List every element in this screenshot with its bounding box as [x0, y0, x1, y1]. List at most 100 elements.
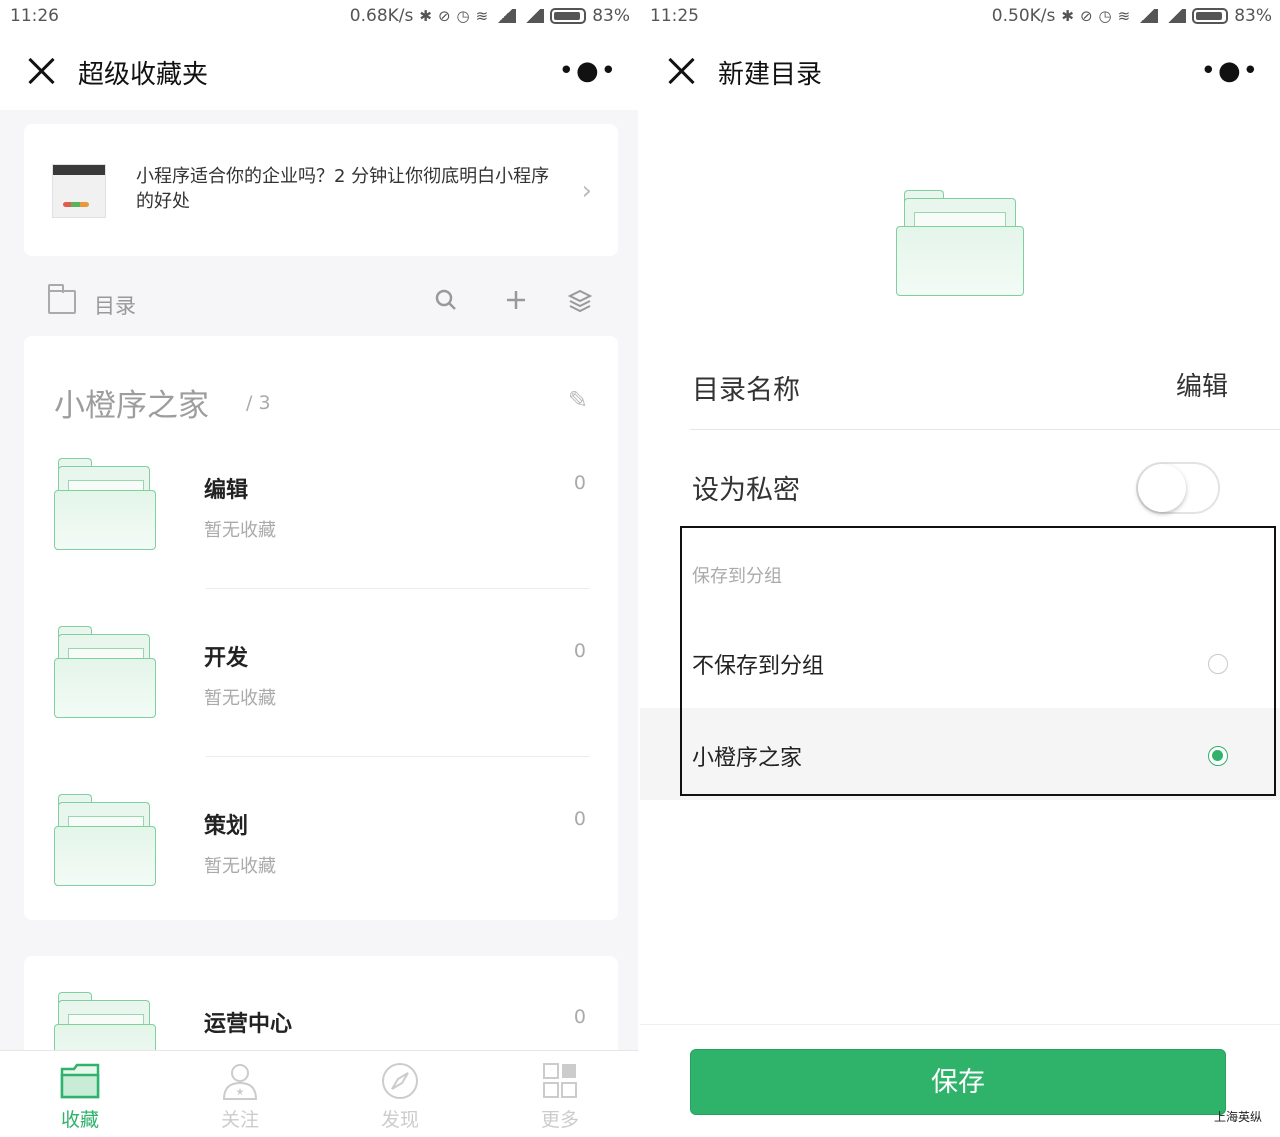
watermark: 上海英纵 — [1213, 1110, 1262, 1124]
folder-row[interactable]: 策划 暂无收藏 0 — [24, 794, 618, 976]
folder-count: 0 — [573, 808, 586, 830]
save-button[interactable]: 保存 — [690, 1049, 1226, 1115]
tab-favorites[interactable]: 收藏 — [0, 1051, 160, 1137]
directory-name-label: 目录名称 — [692, 375, 800, 406]
tab-bar: 收藏 ★ 关注 发现 更多 — [0, 1050, 638, 1137]
option-label: 不保存到分组 — [692, 654, 825, 679]
folder-icon — [54, 794, 156, 886]
folder-icon — [54, 458, 156, 550]
folder-count: 0 — [573, 640, 586, 662]
status-icons: 0.50K/s ✱ ⊘ ◷ ≋ 83% — [992, 6, 1272, 26]
close-icon[interactable] — [26, 56, 56, 86]
alarm-icon: ◷ — [456, 7, 470, 25]
folder-subtitle: 暂无收藏 — [204, 856, 276, 877]
network-speed: 0.50K/s — [991, 6, 1056, 26]
folder-tab-icon — [58, 1061, 102, 1101]
search-icon[interactable] — [432, 288, 460, 318]
page-title: 新建目录 — [718, 60, 823, 90]
battery-level: 83% — [592, 6, 630, 26]
edit-pencil-icon[interactable]: ✎ — [568, 386, 588, 414]
layers-icon[interactable] — [566, 288, 594, 320]
mute-icon: ⊘ — [1079, 7, 1093, 25]
group-count: / 3 — [246, 392, 271, 414]
bluetooth-icon: ✱ — [419, 7, 432, 25]
folder-count: 0 — [573, 472, 586, 494]
divider — [206, 756, 590, 757]
battery-level: 83% — [1234, 6, 1272, 26]
compass-icon — [378, 1061, 422, 1101]
bluetooth-icon: ✱ — [1061, 7, 1074, 25]
folder-icon — [54, 626, 156, 718]
divider — [206, 588, 590, 589]
status-icons: 0.68K/s ✱ ⊘ ◷ ≋ 83% — [350, 6, 630, 26]
signal-icon-2 — [1164, 9, 1187, 23]
battery-icon — [550, 8, 587, 24]
promo-thumbnail — [52, 164, 106, 218]
directory-toolbar: 目录 — [24, 282, 614, 326]
folder-subtitle: 暂无收藏 — [204, 688, 276, 709]
status-time: 11:26 — [10, 6, 59, 26]
folder-name: 策划 — [204, 814, 249, 839]
status-time: 11:25 — [650, 6, 699, 26]
alarm-icon: ◷ — [1098, 7, 1112, 25]
divider — [690, 429, 1280, 430]
network-speed: 0.68K/s — [349, 6, 414, 26]
section-header: 保存到分组 — [692, 566, 782, 587]
promo-text: 小程序适合你的企业吗？2 分钟让你彻底明白小程序的好处 — [136, 166, 550, 212]
signal-icon — [494, 9, 517, 23]
add-icon[interactable] — [502, 288, 530, 318]
tab-label: 发现 — [380, 1109, 419, 1131]
radio-checked[interactable] — [1208, 746, 1228, 766]
private-row: 设为私密 — [690, 440, 1280, 530]
tab-label: 关注 — [220, 1109, 259, 1131]
battery-icon — [1192, 8, 1229, 24]
option-label: 小橙序之家 — [692, 746, 803, 771]
tab-label: 更多 — [540, 1109, 579, 1131]
private-label: 设为私密 — [692, 475, 800, 506]
chevron-right-icon: › — [581, 176, 592, 206]
grid-icon — [538, 1061, 582, 1101]
folder-name: 运营中心 — [204, 1012, 293, 1037]
folder-name: 开发 — [204, 646, 249, 671]
private-toggle[interactable] — [1136, 462, 1220, 514]
nav-bar: 超级收藏夹 •●• — [0, 34, 638, 110]
group-option[interactable]: 小橙序之家 — [682, 710, 1274, 802]
user-star-icon: ★ — [218, 1061, 262, 1101]
folder-row[interactable]: 编辑 暂无收藏 0 — [24, 458, 618, 640]
mute-icon: ⊘ — [437, 7, 451, 25]
right-screen: 11:25 0.50K/s ✱ ⊘ ◷ ≋ 83% 新建目录 •●• 目录名称 … — [640, 0, 1280, 1137]
page-title: 超级收藏夹 — [78, 60, 209, 90]
folder-count: 0 — [573, 1006, 586, 1028]
save-area: 保存 — [640, 1024, 1280, 1137]
left-screen: 11:26 0.68K/s ✱ ⊘ ◷ ≋ 83% 超级收藏夹 •●• 小程序适… — [0, 0, 638, 1137]
more-menu-icon[interactable]: •●• — [1201, 58, 1260, 84]
nav-bar: 新建目录 •●• — [640, 34, 1280, 110]
radio-unchecked[interactable] — [1208, 654, 1228, 674]
more-menu-icon[interactable]: •●• — [559, 58, 618, 84]
folder-subtitle: 暂无收藏 — [204, 520, 276, 541]
folder-name: 编辑 — [204, 478, 249, 503]
signal-icon — [1136, 9, 1159, 23]
folder-row[interactable]: 开发 暂无收藏 0 — [24, 626, 618, 808]
tab-label: 收藏 — [60, 1109, 99, 1131]
tab-discover[interactable]: 发现 — [320, 1051, 480, 1137]
wifi-icon: ≋ — [1117, 7, 1131, 25]
close-icon[interactable] — [666, 56, 696, 86]
wifi-icon: ≋ — [475, 7, 489, 25]
status-bar: 11:26 0.68K/s ✱ ⊘ ◷ ≋ 83% — [0, 0, 638, 34]
folder-icon — [48, 284, 76, 314]
group-card: 小橙序之家 / 3 ✎ 编辑 暂无收藏 0 开发 暂无收藏 0 策划 暂无收藏 … — [24, 336, 618, 920]
promo-card[interactable]: 小程序适合你的企业吗？2 分钟让你彻底明白小程序的好处 › — [24, 124, 618, 256]
save-to-group-section: 保存到分组 不保存到分组 小橙序之家 — [680, 526, 1276, 796]
group-option[interactable]: 不保存到分组 — [682, 618, 1274, 710]
directory-name-row[interactable]: 目录名称 编辑 — [690, 340, 1280, 430]
group-name: 小橙序之家 — [54, 388, 209, 424]
tab-follow[interactable]: ★ 关注 — [160, 1051, 320, 1137]
status-bar: 11:25 0.50K/s ✱ ⊘ ◷ ≋ 83% — [640, 0, 1280, 34]
signal-icon-2 — [522, 9, 545, 23]
tab-more[interactable]: 更多 — [480, 1051, 638, 1137]
toggle-knob — [1138, 464, 1186, 512]
directory-name-value[interactable]: 编辑 — [1176, 366, 1228, 403]
directory-label: 目录 — [94, 294, 136, 318]
folder-icon — [896, 190, 1024, 298]
